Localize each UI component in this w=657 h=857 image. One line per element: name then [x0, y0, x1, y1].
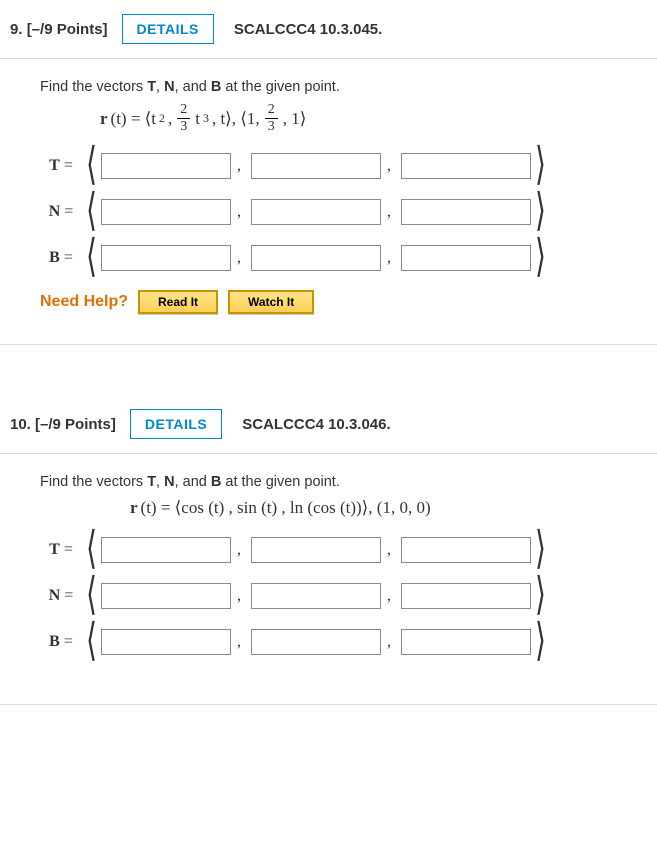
- vector-B-component-2-input[interactable]: [251, 245, 381, 271]
- vector-N-row: N = ⟨ , , ⟩: [40, 198, 647, 226]
- vector-T-component-1-input[interactable]: [101, 153, 231, 179]
- angle-close-icon: ⟩: [531, 190, 550, 235]
- vector-T-row: T = ⟨ , , ⟩: [40, 152, 647, 180]
- help-row: Need Help? Read It Watch It: [40, 290, 647, 314]
- vector-T-component-3-input[interactable]: [401, 153, 531, 179]
- comma: ,: [381, 587, 401, 605]
- spacer: [0, 345, 657, 395]
- vector-T-component-1-input[interactable]: [101, 537, 231, 563]
- vector-N-label: N =: [40, 203, 82, 221]
- vector-B-component-3-input[interactable]: [401, 629, 531, 655]
- question-body: Find the vectors T, N, and B at the give…: [0, 59, 657, 344]
- question-9-block: 9. [–/9 Points] DETAILS SCALCCC4 10.3.04…: [0, 0, 657, 345]
- question-number: 9. [–/9 Points]: [10, 21, 108, 38]
- formula-r-of-t-q9: r (t) = ⟨t2, 23 t3, t⟩, ⟨1, 23 , 1⟩: [100, 103, 647, 134]
- vector-N-row: N = ⟨ , , ⟩: [40, 582, 647, 610]
- comma: ,: [231, 249, 251, 267]
- angle-close-icon: ⟩: [531, 236, 550, 281]
- vector-T-component-3-input[interactable]: [401, 537, 531, 563]
- angle-close-icon: ⟩: [531, 528, 550, 573]
- watch-it-button[interactable]: Watch It: [228, 290, 314, 314]
- read-it-button[interactable]: Read It: [138, 290, 218, 314]
- details-button[interactable]: DETAILS: [130, 409, 222, 439]
- need-help-label: Need Help?: [40, 293, 128, 311]
- question-body: Find the vectors T, N, and B at the give…: [0, 454, 657, 704]
- question-header: 10. [–/9 Points] DETAILS SCALCCC4 10.3.0…: [0, 395, 657, 454]
- vector-N-component-1-input[interactable]: [101, 199, 231, 225]
- vector-N-component-3-input[interactable]: [401, 583, 531, 609]
- comma: ,: [381, 157, 401, 175]
- angle-close-icon: ⟩: [531, 144, 550, 189]
- vector-B-component-1-input[interactable]: [101, 629, 231, 655]
- angle-close-icon: ⟩: [531, 574, 550, 619]
- question-number: 10. [–/9 Points]: [10, 416, 116, 433]
- question-source: SCALCCC4 10.3.045.: [234, 21, 382, 38]
- vector-N-component-1-input[interactable]: [101, 583, 231, 609]
- angle-open-icon: ⟨: [82, 236, 101, 281]
- comma: ,: [231, 541, 251, 559]
- angle-open-icon: ⟨: [82, 620, 101, 665]
- formula-r-of-t-q10: r (t) = ⟨cos (t) , sin (t) , ln (cos (t)…: [130, 498, 647, 518]
- vector-B-component-2-input[interactable]: [251, 629, 381, 655]
- angle-open-icon: ⟨: [82, 190, 101, 235]
- vector-T-component-2-input[interactable]: [251, 537, 381, 563]
- comma: ,: [231, 157, 251, 175]
- comma: ,: [231, 633, 251, 651]
- question-prompt: Find the vectors T, N, and B at the give…: [40, 474, 647, 490]
- vector-B-component-3-input[interactable]: [401, 245, 531, 271]
- vector-T-label: T =: [40, 541, 82, 559]
- vector-N-component-3-input[interactable]: [401, 199, 531, 225]
- comma: ,: [231, 587, 251, 605]
- vector-B-label: B =: [40, 633, 82, 651]
- vector-B-component-1-input[interactable]: [101, 245, 231, 271]
- comma: ,: [381, 541, 401, 559]
- angle-open-icon: ⟨: [82, 144, 101, 189]
- comma: ,: [381, 203, 401, 221]
- comma: ,: [381, 249, 401, 267]
- question-source: SCALCCC4 10.3.046.: [242, 416, 390, 433]
- vector-N-component-2-input[interactable]: [251, 583, 381, 609]
- vector-N-component-2-input[interactable]: [251, 199, 381, 225]
- vector-T-label: T =: [40, 157, 82, 175]
- angle-open-icon: ⟨: [82, 574, 101, 619]
- question-prompt: Find the vectors T, N, and B at the give…: [40, 79, 647, 95]
- question-10-block: 10. [–/9 Points] DETAILS SCALCCC4 10.3.0…: [0, 395, 657, 705]
- angle-open-icon: ⟨: [82, 528, 101, 573]
- angle-close-icon: ⟩: [531, 620, 550, 665]
- vector-B-row: B = ⟨ , , ⟩: [40, 628, 647, 656]
- comma: ,: [381, 633, 401, 651]
- vector-B-label: B =: [40, 249, 82, 267]
- vector-N-label: N =: [40, 587, 82, 605]
- question-header: 9. [–/9 Points] DETAILS SCALCCC4 10.3.04…: [0, 0, 657, 59]
- vector-B-row: B = ⟨ , , ⟩: [40, 244, 647, 272]
- details-button[interactable]: DETAILS: [122, 14, 214, 44]
- vector-T-component-2-input[interactable]: [251, 153, 381, 179]
- comma: ,: [231, 203, 251, 221]
- vector-T-row: T = ⟨ , , ⟩: [40, 536, 647, 564]
